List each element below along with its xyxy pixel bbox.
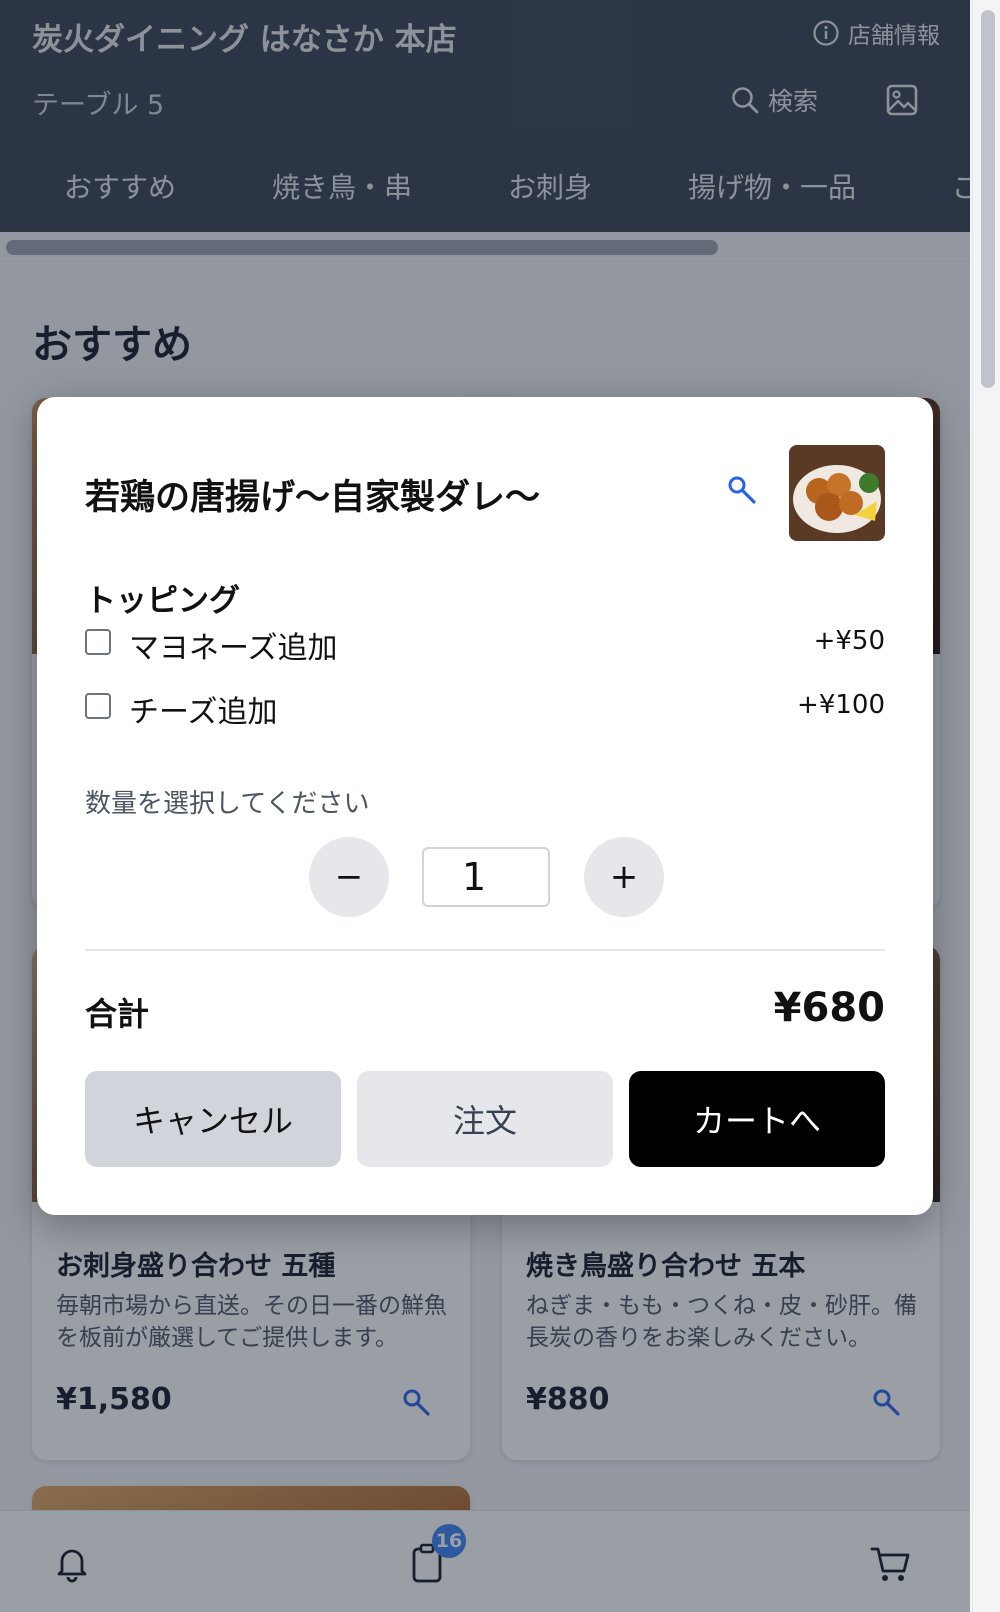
dialog-item-title: 若鶏の唐揚げ〜自家製ダレ〜 (85, 478, 541, 518)
option-label: チーズ追加 (129, 695, 278, 730)
quantity-decrement-button[interactable]: − (309, 837, 389, 917)
quantity-input[interactable]: 1 (422, 847, 550, 907)
cheese-checkbox[interactable] (85, 693, 111, 719)
order-button[interactable]: 注文 (357, 1071, 613, 1167)
total-label: 合計 (85, 995, 150, 1033)
zoom-icon[interactable] (725, 473, 761, 509)
option-price: +¥50 (813, 626, 885, 656)
topping-option-cheese[interactable]: チーズ追加 +¥100 (85, 687, 885, 730)
total-price: ¥680 (773, 985, 885, 1031)
option-price: +¥100 (797, 690, 885, 720)
topping-option-mayonnaise[interactable]: マヨネーズ追加 +¥50 (85, 623, 885, 666)
item-option-dialog: 若鶏の唐揚げ〜自家製ダレ〜 トッピング マヨネーズ追加 +¥50 チーズ追加 +… (37, 397, 933, 1215)
divider (85, 949, 885, 951)
option-label: マヨネーズ追加 (129, 631, 338, 666)
topping-heading: トッピング (85, 583, 240, 619)
quantity-increment-button[interactable]: + (584, 837, 664, 917)
item-thumbnail[interactable] (789, 445, 885, 541)
page-scrollbar-thumb[interactable] (981, 10, 995, 388)
mayonnaise-checkbox[interactable] (85, 629, 111, 655)
karaage-photo (789, 445, 885, 541)
cancel-button[interactable]: キャンセル (85, 1071, 341, 1167)
quantity-label: 数量を選択してください (85, 789, 370, 819)
page-scrollbar[interactable] (972, 0, 1000, 1612)
add-to-cart-button[interactable]: カートへ (629, 1071, 885, 1167)
